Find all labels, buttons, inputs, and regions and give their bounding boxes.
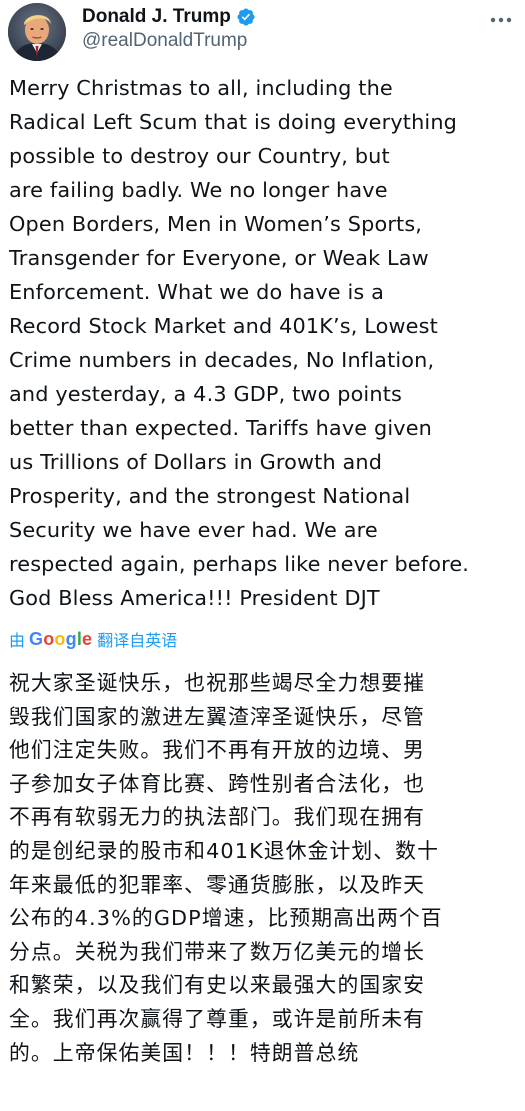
tweet-text-line: respected again, perhaps like never befo… <box>9 552 470 576</box>
tweet-text-line: Transgender for Everyone, or Weak Law <box>9 246 429 270</box>
google-letter: o <box>54 628 66 649</box>
translated-text-line: 不再有软弱无力的执法部门。我们现在拥有 <box>9 805 426 830</box>
translated-text-line: 年来最低的犯罪率、零通货膨胀，以及昨天 <box>9 872 426 897</box>
avatar[interactable] <box>8 3 66 61</box>
tweet-text-line: Prosperity, and the strongest National <box>9 484 411 508</box>
translated-text-line: 子参加女子体育比赛、跨性别者合法化，也 <box>9 771 426 796</box>
tweet-text-line: Radical Left Scum that is doing everythi… <box>9 110 458 134</box>
tweet-text-line: Security we have ever had. We are <box>9 518 378 542</box>
author-display-name[interactable]: Donald J. Trump <box>82 6 231 28</box>
tweet-text-line: Enforcement. What we do have is a <box>9 280 385 304</box>
tweet-text-line: us Trillions of Dollars in Growth and <box>9 450 383 474</box>
translated-text-line: 的。上帝保佑美国！！！特朗普总统 <box>9 1040 360 1065</box>
tweet-text-line: possible to destroy our Country, but <box>9 144 390 168</box>
translated-text-line: 的是创纪录的股市和401K退休金计划、数十 <box>9 838 439 863</box>
translated-by-google-link[interactable]: 由 Google 翻译自英语 <box>9 627 177 651</box>
tweet-text-line: Record Stock Market and 401K’s, Lowest <box>9 314 438 338</box>
translate-prefix: 由 <box>9 631 26 650</box>
translated-text-line: 分点。关税为我们带来了数万亿美元的增长 <box>9 939 426 964</box>
google-letter: o <box>43 628 55 649</box>
tweet-text-line: God Bless America!!! President DJT <box>9 586 380 610</box>
translated-text-line: 祝大家圣诞快乐，也祝那些竭尽全力想要摧 <box>9 671 426 695</box>
google-letter: g <box>65 628 77 649</box>
tweet-header: Donald J. Trump @realDonaldTrump <box>0 0 525 66</box>
translated-text-line: 公布的4.3%的GDP增速，比预期高出两个百 <box>9 906 443 931</box>
tweet-text-line: and yesterday, a 4.3 GDP, two points <box>9 382 402 406</box>
google-letter: G <box>29 628 44 649</box>
tweet-text-line: Open Borders, Men in Women’s Sports, <box>9 212 423 236</box>
author-name-row: Donald J. Trump <box>82 5 256 29</box>
tweet-text-line: Merry Christmas to all, including the <box>9 76 393 100</box>
translate-suffix: 翻译自英语 <box>97 631 178 650</box>
translated-text-line: 毁我们国家的激进左翼渣滓圣诞快乐，尽管 <box>9 704 426 729</box>
tweet-text: Merry Christmas to all, including the Rad… <box>9 71 521 615</box>
tweet-text-line: are failing badly. We no longer have <box>9 178 388 202</box>
translated-text-line: 和繁荣，以及我们有史以来最强大的国家安 <box>9 973 426 998</box>
author-handle[interactable]: @realDonaldTrump <box>82 30 247 52</box>
verified-badge-icon <box>236 7 256 27</box>
google-letter: e <box>82 628 93 649</box>
tweet-text-line: better than expected. Tariffs have given <box>9 416 432 440</box>
google-logo-text: Google <box>29 629 92 650</box>
translated-text-line: 他们注定失败。我们不再有开放的边境、男 <box>9 738 426 763</box>
translated-tweet-text: 祝大家圣诞快乐，也祝那些竭尽全力想要摧 毁我们国家的激进左翼渣滓圣诞快乐，尽管 他们… <box>9 667 519 1070</box>
more-options-button[interactable] <box>485 8 517 32</box>
avatar-photo-icon <box>8 3 66 61</box>
tweet-text-line: Crime numbers in decades, No Inflation, <box>9 348 435 372</box>
ellipsis-icon <box>490 17 512 23</box>
translated-text-line: 全。我们再次赢得了尊重，或许是前所未有 <box>9 1006 426 1031</box>
